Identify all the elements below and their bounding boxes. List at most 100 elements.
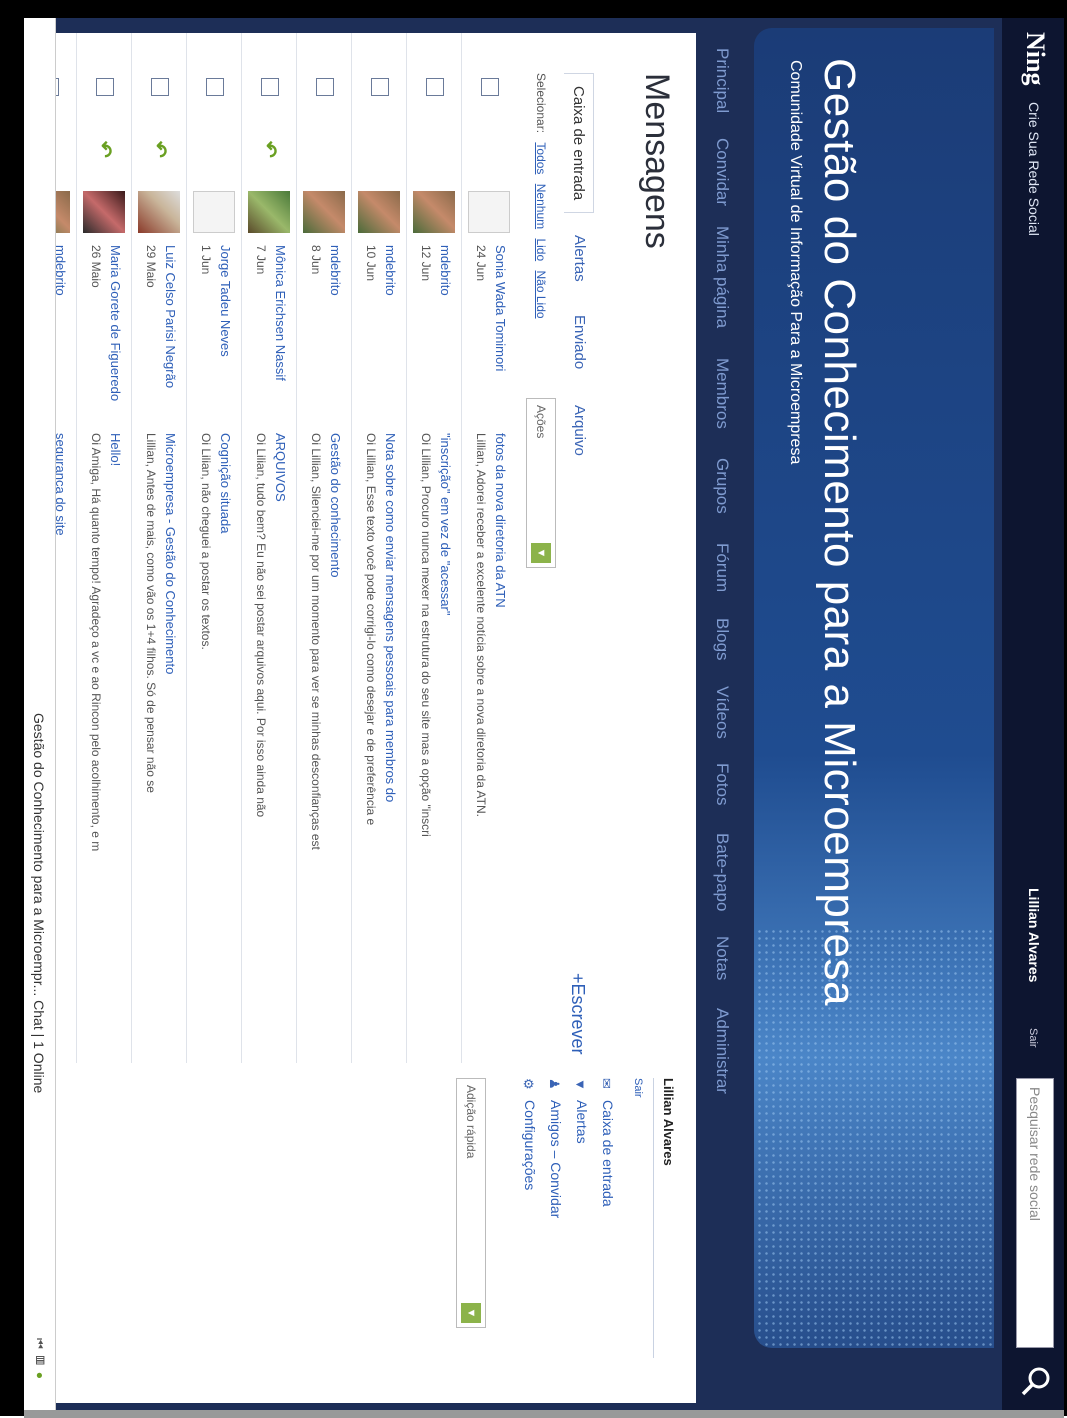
- create-network-link[interactable]: Crie Sua Rede Social: [1026, 102, 1042, 236]
- nav-item-grupos[interactable]: Grupos: [712, 458, 732, 514]
- chevron-down-icon[interactable]: ▼: [461, 1303, 481, 1323]
- message-date: 1 Jun: [199, 245, 213, 275]
- message-row[interactable]: ↶ Maria Gorete de Figueredo 26 Maio Hello! O…: [76, 33, 131, 1063]
- message-snippet: Oi Amiga, Há quanto tempo! Agradeço a vc…: [89, 433, 103, 852]
- chevron-down-icon[interactable]: ▼: [531, 543, 551, 563]
- site-subtitle: Comunidade Virtual de Informação Para a …: [787, 60, 804, 465]
- nav-item-minha-pagina[interactable]: Minha página: [712, 226, 732, 328]
- nav-item-notas[interactable]: Notas: [712, 936, 732, 980]
- message-subject[interactable]: Cognição situada: [218, 433, 233, 533]
- message-subject[interactable]: Gestão do conhecimento: [328, 433, 343, 578]
- message-sender[interactable]: Jorge Tadeu Neves: [218, 245, 233, 357]
- avatar[interactable]: [248, 191, 290, 233]
- panel-link-alerts[interactable]: Alertas: [574, 1100, 590, 1144]
- message-snippet: Lillian, Antes de mais, como vão os 1+4 …: [144, 433, 158, 793]
- avatar[interactable]: [468, 191, 510, 233]
- message-subject[interactable]: "inscrição" em vez de "acessar": [438, 433, 453, 615]
- tab-caixa-de-entrada[interactable]: Caixa de entrada: [564, 73, 594, 214]
- user-name-link[interactable]: Lillian Alvares: [1026, 888, 1042, 982]
- panel-link-friends[interactable]: Amigos – Convidar: [548, 1100, 564, 1218]
- replied-icon: ↶: [258, 141, 280, 158]
- replied-icon: ↶: [148, 141, 170, 158]
- message-sender[interactable]: Maria Gorete de Figueredo: [108, 245, 123, 401]
- avatar[interactable]: [413, 191, 455, 233]
- message-sender[interactable]: mdebrito: [383, 245, 398, 296]
- message-sender[interactable]: mdebrito: [438, 245, 453, 296]
- message-row[interactable]: Jorge Tadeu Neves 1 Jun Cognição situada Oi…: [186, 33, 241, 1063]
- message-checkbox[interactable]: [151, 78, 169, 96]
- main-nav: Principal Convidar Minha página Membros …: [702, 18, 742, 1418]
- page-title: Mensagens: [638, 73, 676, 249]
- message-row[interactable]: mdebrito 8 Jun Gestão do conhecimento Oi Li…: [296, 33, 351, 1063]
- nav-item-administrar[interactable]: Administrar: [712, 1008, 732, 1094]
- select-all-link[interactable]: Todos: [534, 142, 548, 174]
- panel-link-settings[interactable]: Configurações: [522, 1100, 538, 1190]
- panel-user-name[interactable]: Lillian Alvares: [661, 1078, 676, 1166]
- avatar[interactable]: [193, 191, 235, 233]
- divider: [653, 1078, 654, 1358]
- message-row[interactable]: ↶ Luiz Celso Parisi Negrão 29 Maio Microemp…: [131, 33, 186, 1063]
- logout-link[interactable]: Sair: [1027, 1028, 1039, 1048]
- message-subject[interactable]: Nota sobre como enviar mensagens pessoai…: [383, 433, 398, 802]
- message-checkbox[interactable]: [96, 78, 114, 96]
- actions-select[interactable]: Ações ▼: [526, 398, 556, 568]
- nav-item-blogs[interactable]: Blogs: [712, 618, 732, 661]
- message-sender[interactable]: Sonia Wada Tomimori: [493, 245, 508, 371]
- message-sender[interactable]: mdebrito: [328, 245, 343, 296]
- nav-item-membros[interactable]: Membros: [712, 358, 732, 429]
- quick-add-select[interactable]: Adição rápida ▼: [456, 1078, 486, 1328]
- select-read-link[interactable]: Lido: [534, 238, 548, 261]
- tab-enviado[interactable]: Enviado: [565, 303, 594, 381]
- online-icon[interactable]: ●: [33, 1372, 47, 1379]
- status-bar: Gestão do Conhecimento para a Microempr.…: [24, 18, 56, 1418]
- nav-item-bate-papo[interactable]: Bate-papo: [712, 833, 732, 911]
- message-subject[interactable]: Hello!: [108, 433, 123, 466]
- message-checkbox[interactable]: [316, 78, 334, 96]
- message-checkbox[interactable]: [481, 78, 499, 96]
- select-unread-link[interactable]: Não Lido: [534, 271, 548, 319]
- panel-link-inbox[interactable]: Caixa de entrada: [600, 1100, 616, 1207]
- message-row[interactable]: Sonia Wada Tomimori 24 Jun fotos da nova d…: [461, 33, 516, 1063]
- avatar[interactable]: [138, 191, 180, 233]
- site-title[interactable]: Gestão do Conhecimento para a Microempre…: [814, 58, 864, 1006]
- message-checkbox[interactable]: [371, 78, 389, 96]
- ning-logo[interactable]: Ning: [1020, 32, 1050, 85]
- avatar[interactable]: [303, 191, 345, 233]
- nav-item-convidar[interactable]: Convidar: [712, 138, 732, 206]
- envelope-icon: ✉: [599, 1078, 614, 1089]
- message-row[interactable]: mdebrito 12 Jun "inscrição" em vez de "ace…: [406, 33, 461, 1063]
- message-date: 24 Jun: [474, 245, 488, 282]
- window-icon[interactable]: ▥: [33, 1355, 47, 1365]
- message-subject[interactable]: Microempresa - Gestão do Conhecimento: [163, 433, 178, 674]
- write-message-button[interactable]: +Escrever: [567, 973, 588, 1055]
- nav-item-videos[interactable]: Vídeos: [712, 686, 732, 739]
- replied-icon: ↶: [93, 141, 115, 158]
- message-checkbox[interactable]: [206, 78, 224, 96]
- vertical-scrollbar[interactable]: [24, 1410, 1064, 1418]
- nav-item-principal[interactable]: Principal: [712, 48, 732, 113]
- nav-item-fotos[interactable]: Fotos: [712, 763, 732, 806]
- message-list: Sonia Wada Tomimori 24 Jun fotos da nova d…: [24, 33, 516, 1063]
- message-row[interactable]: mdebrito 10 Jun Nota sobre como enviar men…: [351, 33, 406, 1063]
- avatar[interactable]: [83, 191, 125, 233]
- panel-logout-link[interactable]: Sair: [632, 1078, 644, 1098]
- select-none-link[interactable]: Nenhum: [534, 184, 548, 229]
- first-page-icon[interactable]: ⏮: [33, 1338, 47, 1349]
- tab-alertas[interactable]: Alertas: [565, 223, 594, 294]
- message-row[interactable]: ↶ Mônica Erichsen Nassif 7 Jun ARQUIVOS Oi L…: [241, 33, 296, 1063]
- message-sender[interactable]: Luiz Celso Parisi Negrão: [163, 245, 178, 388]
- search-icon[interactable]: [1018, 1363, 1054, 1399]
- message-sender[interactable]: Mônica Erichsen Nassif: [273, 245, 288, 381]
- banner-pattern: [754, 928, 994, 1348]
- search-input[interactable]: Pesquisar rede social: [1016, 1078, 1054, 1348]
- message-subject[interactable]: ARQUIVOS: [273, 433, 288, 502]
- status-text[interactable]: Gestão do Conhecimento para a Microempr.…: [31, 713, 47, 1093]
- nav-item-forum[interactable]: Fórum: [712, 543, 732, 592]
- tab-arquivo[interactable]: Arquivo: [565, 393, 594, 468]
- message-checkbox[interactable]: [261, 78, 279, 96]
- message-subject[interactable]: fotos da nova diretoria da ATN: [493, 433, 508, 608]
- message-checkbox[interactable]: [426, 78, 444, 96]
- avatar[interactable]: [358, 191, 400, 233]
- message-date: 10 Jun: [364, 245, 378, 282]
- quick-add-value: Adição rápida: [464, 1085, 478, 1159]
